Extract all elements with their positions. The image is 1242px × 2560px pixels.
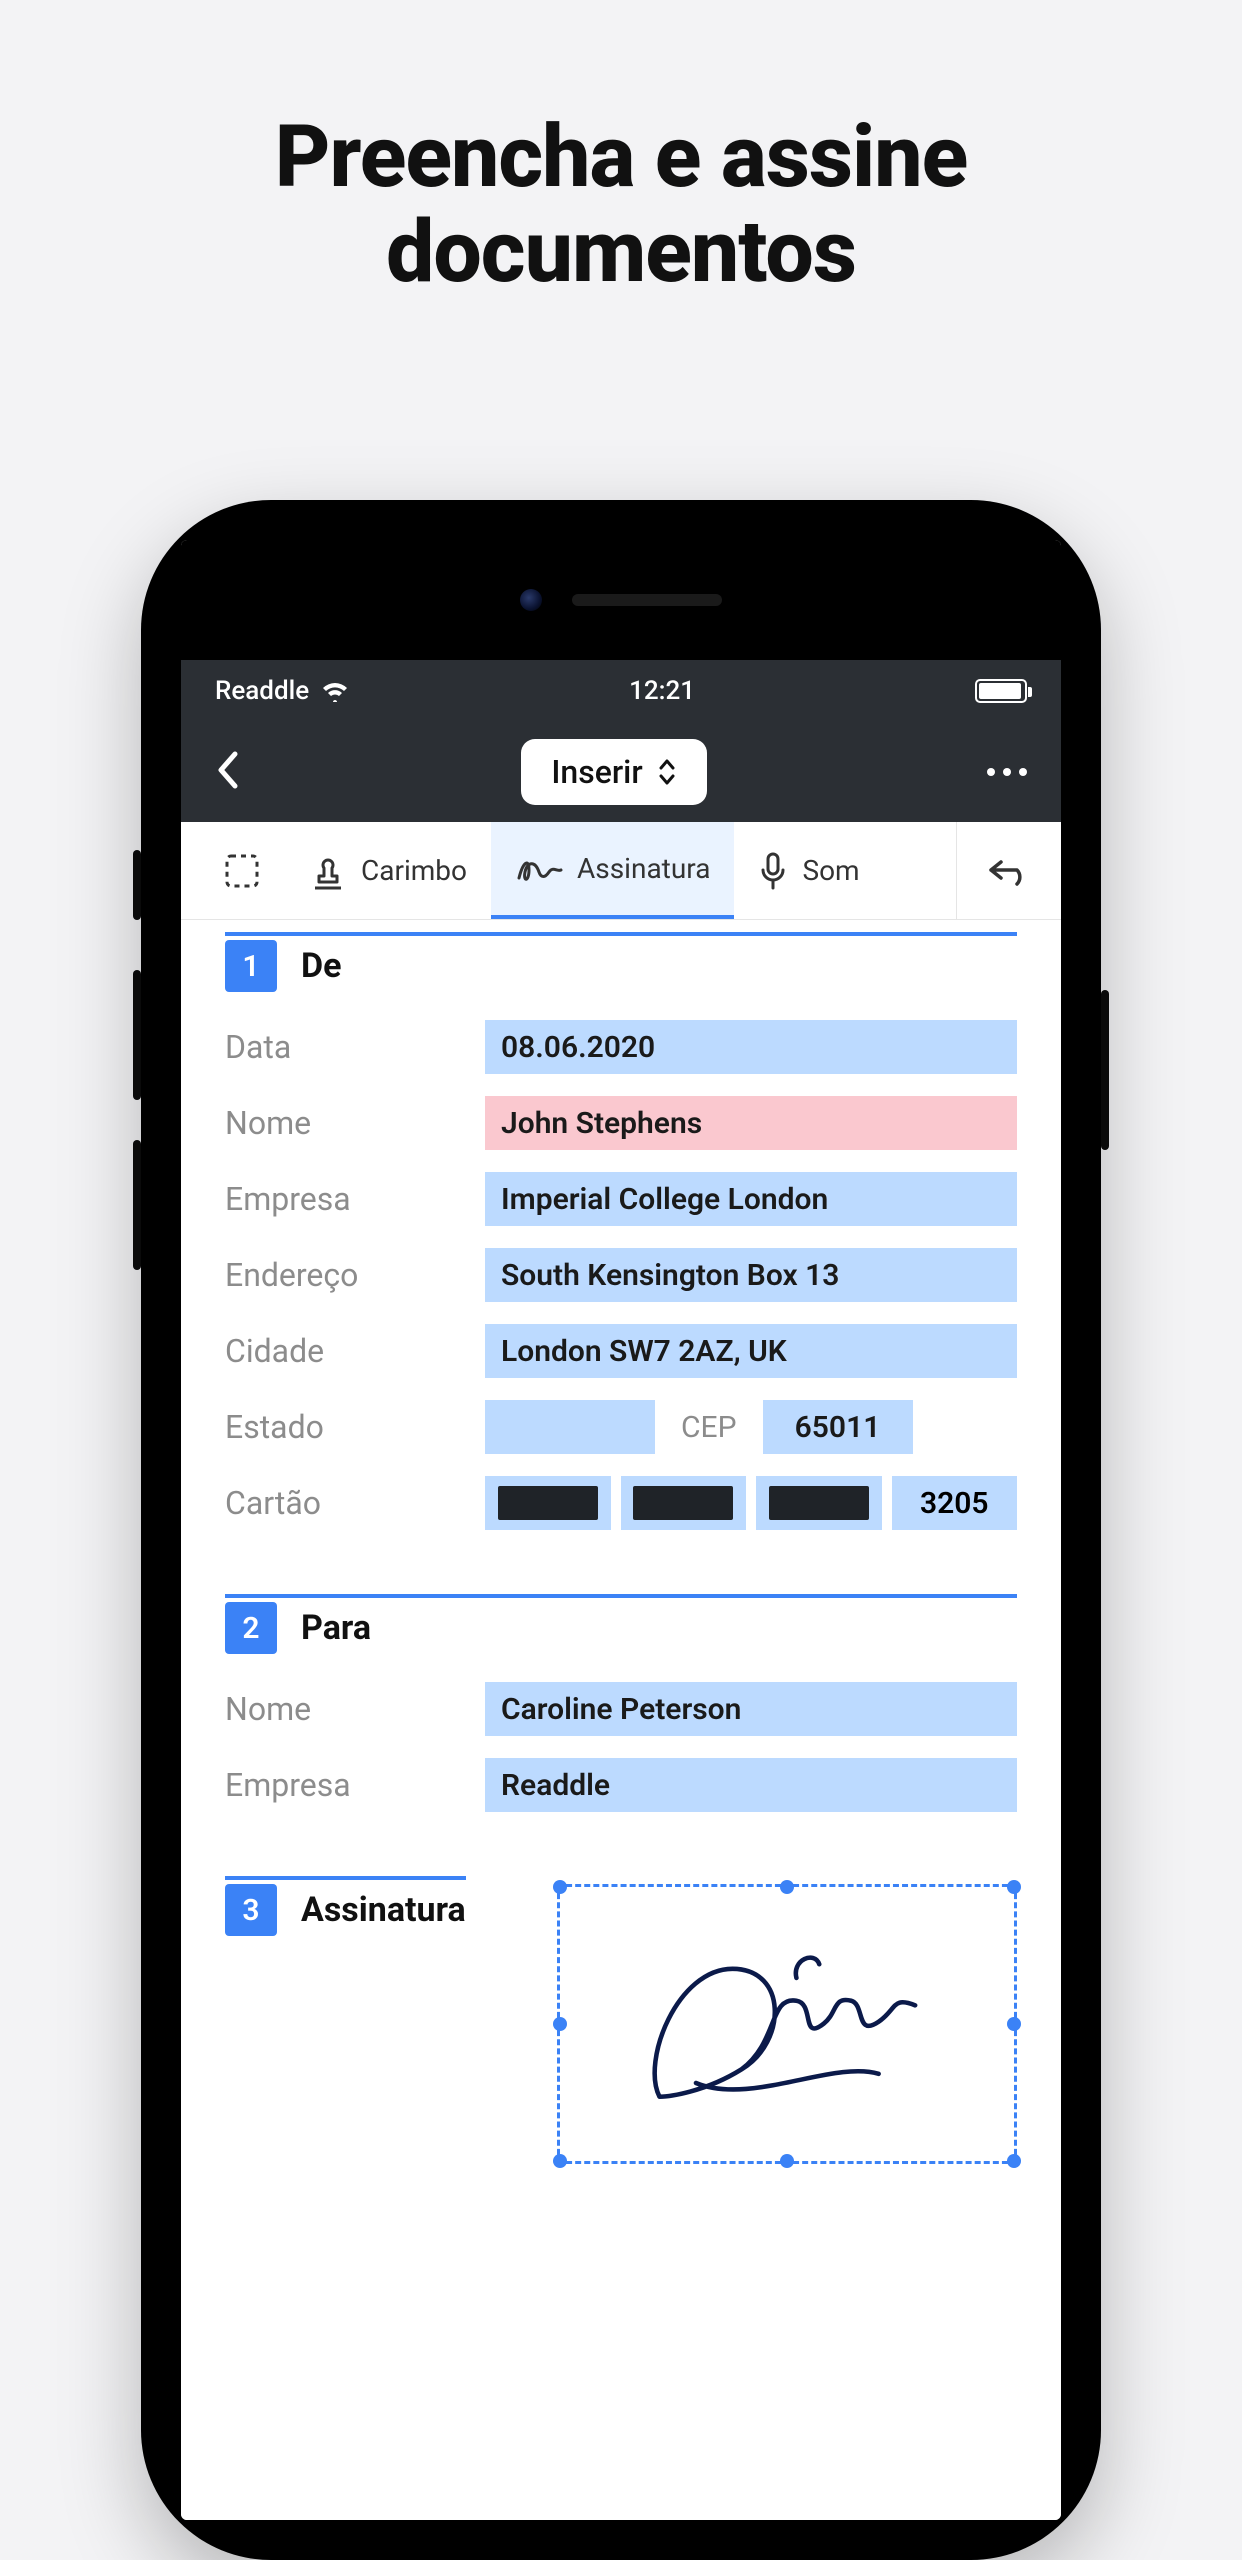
- field-data[interactable]: 08.06.2020: [485, 1020, 1017, 1074]
- back-button[interactable]: [215, 750, 241, 794]
- section-2-title: Para: [301, 1608, 371, 1648]
- label-empresa: Empresa: [225, 1180, 485, 1218]
- signature-box[interactable]: [557, 1884, 1017, 2164]
- hero-title: Preencha e assine documentos: [0, 0, 1242, 299]
- undo-button[interactable]: [956, 822, 1061, 919]
- section-3-number: 3: [225, 1884, 277, 1936]
- section-3-title: Assinatura: [301, 1890, 466, 1930]
- section-3-header: 3 Assinatura: [225, 1884, 466, 1936]
- field-empresa[interactable]: Imperial College London: [485, 1172, 1017, 1226]
- resize-handle[interactable]: [553, 1880, 567, 1894]
- updown-chevron-icon: [657, 757, 677, 787]
- section-2-header: 2 Para: [225, 1602, 1017, 1654]
- card-mask-2[interactable]: [621, 1476, 747, 1530]
- resize-handle[interactable]: [553, 2154, 567, 2168]
- row-cidade: Cidade London SW7 2AZ, UK: [225, 1324, 1017, 1378]
- document-area[interactable]: 1 De Data 08.06.2020 Nome John Stephens …: [181, 920, 1061, 2520]
- carrier-label: Readdle: [215, 676, 309, 706]
- power-button: [1101, 990, 1109, 1150]
- row-endereco: Endereço South Kensington Box 13: [225, 1248, 1017, 1302]
- label-to-nome: Nome: [225, 1690, 485, 1728]
- label-cep: CEP: [673, 1410, 745, 1445]
- row-to-nome: Nome Caroline Peterson: [225, 1682, 1017, 1736]
- label-cidade: Cidade: [225, 1332, 485, 1370]
- clock: 12:21: [629, 676, 695, 706]
- screen: Readdle 12:21 Inserir: [181, 540, 1061, 2520]
- toolbar: Carimbo Assinatura Som: [181, 822, 1061, 920]
- card-mask-3[interactable]: [756, 1476, 882, 1530]
- row-data: Data 08.06.2020: [225, 1020, 1017, 1074]
- mute-switch: [133, 850, 141, 920]
- undo-icon: [987, 854, 1031, 888]
- stamp-label: Carimbo: [361, 854, 467, 887]
- row-nome: Nome John Stephens: [225, 1096, 1017, 1150]
- nav-bar: Inserir: [181, 722, 1061, 822]
- signature-tool[interactable]: Assinatura: [491, 822, 734, 919]
- card-mask-1[interactable]: [485, 1476, 611, 1530]
- resize-handle[interactable]: [780, 2154, 794, 2168]
- row-estado: Estado CEP 65011: [225, 1400, 1017, 1454]
- signature-glyph: [583, 1914, 992, 2133]
- field-cep[interactable]: 65011: [763, 1400, 913, 1454]
- section-1-number: 1: [225, 940, 277, 992]
- mode-label: Inserir: [551, 753, 642, 791]
- status-bar: Readdle 12:21: [181, 660, 1061, 722]
- signature-label: Assinatura: [577, 852, 710, 885]
- row-cartao: Cartão 3205: [225, 1476, 1017, 1530]
- section-1-header: 1 De: [225, 940, 1017, 992]
- front-camera: [520, 589, 542, 611]
- mode-selector[interactable]: Inserir: [521, 739, 706, 805]
- field-estado[interactable]: [485, 1400, 655, 1454]
- wifi-icon: [321, 680, 349, 702]
- sound-tool[interactable]: Som: [734, 822, 883, 919]
- resize-handle[interactable]: [1007, 2154, 1021, 2168]
- label-nome: Nome: [225, 1104, 485, 1142]
- volume-up-button: [133, 970, 141, 1100]
- resize-handle[interactable]: [553, 2017, 567, 2031]
- label-estado: Estado: [225, 1408, 485, 1446]
- field-endereco[interactable]: South Kensington Box 13: [485, 1248, 1017, 1302]
- selection-icon: [223, 852, 261, 890]
- hero-line1: Preencha e assine: [0, 110, 1242, 205]
- phone-frame: Readdle 12:21 Inserir: [141, 500, 1101, 2560]
- resize-handle[interactable]: [780, 1880, 794, 1894]
- volume-down-button: [133, 1140, 141, 1270]
- earpiece-speaker: [572, 594, 722, 606]
- row-empresa: Empresa Imperial College London: [225, 1172, 1017, 1226]
- label-endereco: Endereço: [225, 1256, 485, 1294]
- resize-handle[interactable]: [1007, 1880, 1021, 1894]
- stamp-tool[interactable]: Carimbo: [285, 822, 491, 919]
- signature-icon: [515, 852, 563, 886]
- field-cidade[interactable]: London SW7 2AZ, UK: [485, 1324, 1017, 1378]
- label-data: Data: [225, 1028, 485, 1066]
- field-to-nome[interactable]: Caroline Peterson: [485, 1682, 1017, 1736]
- more-button[interactable]: [987, 768, 1027, 776]
- section-2-number: 2: [225, 1602, 277, 1654]
- resize-handle[interactable]: [1007, 2017, 1021, 2031]
- field-nome[interactable]: John Stephens: [485, 1096, 1017, 1150]
- hero-line2: documentos: [0, 205, 1242, 300]
- notch: [181, 540, 1061, 660]
- microphone-icon: [758, 850, 788, 892]
- select-tool[interactable]: [199, 822, 285, 919]
- sound-label: Som: [802, 854, 859, 887]
- battery-icon: [975, 679, 1027, 703]
- stamp-icon: [309, 850, 347, 892]
- field-to-empresa[interactable]: Readdle: [485, 1758, 1017, 1812]
- label-cartao: Cartão: [225, 1484, 485, 1522]
- section-1-title: De: [301, 946, 341, 986]
- card-last4[interactable]: 3205: [892, 1476, 1018, 1530]
- row-to-empresa: Empresa Readdle: [225, 1758, 1017, 1812]
- label-to-empresa: Empresa: [225, 1766, 485, 1804]
